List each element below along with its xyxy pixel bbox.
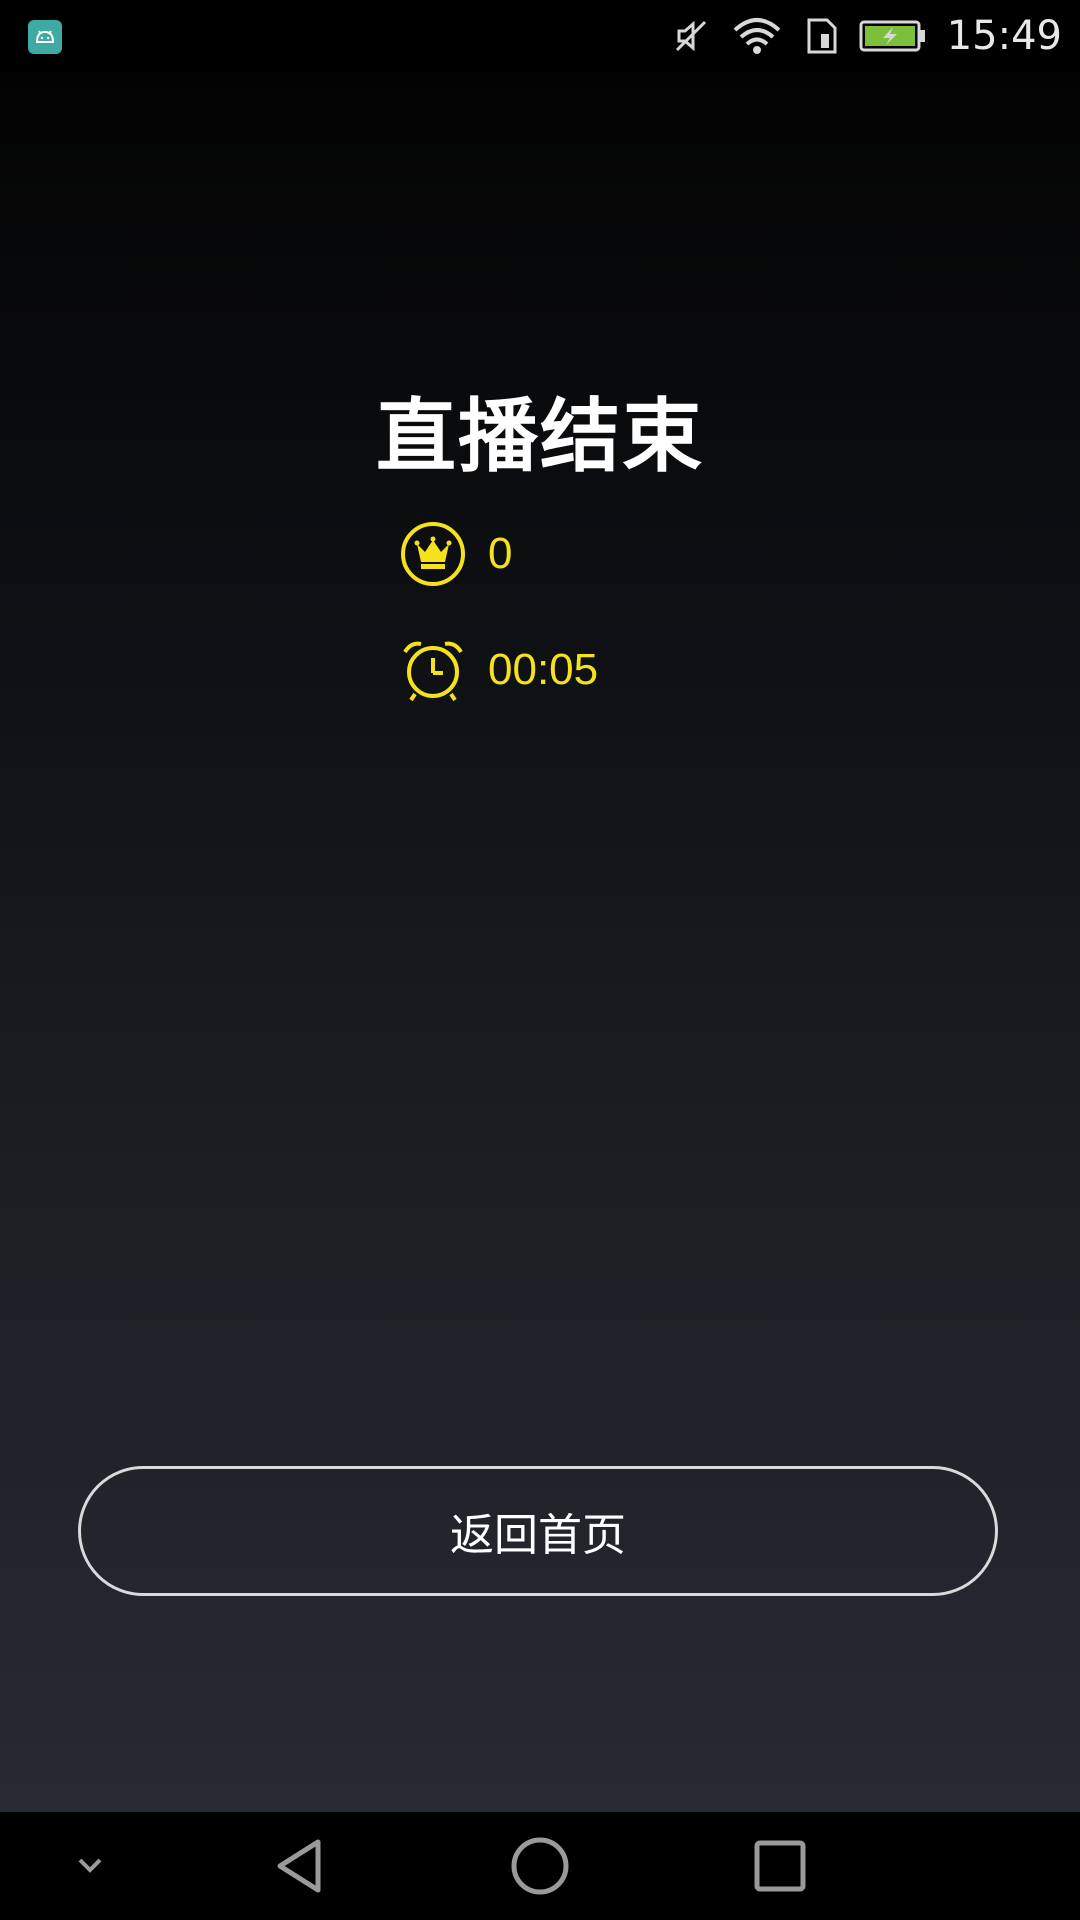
- recents-icon[interactable]: [730, 1812, 830, 1920]
- audience-stat: 0: [398, 519, 512, 589]
- audience-count: 0: [488, 529, 513, 578]
- home-icon[interactable]: [490, 1812, 590, 1920]
- battery-charging-icon: [859, 16, 927, 56]
- status-time: 15:49: [946, 13, 1062, 59]
- duration-stat: 00:05: [398, 635, 598, 705]
- navigation-bar: [0, 1812, 1080, 1920]
- sim-icon: [803, 16, 839, 56]
- return-home-button[interactable]: 返回首页: [78, 1466, 998, 1596]
- main-content: 直播结束 0 00:05 返回首页: [0, 72, 1080, 1812]
- android-app-icon: [28, 20, 62, 54]
- live-duration: 00:05: [488, 645, 599, 694]
- page-title: 直播结束: [376, 390, 704, 483]
- status-icons: 15:49: [671, 0, 1062, 72]
- crown-icon: [398, 519, 468, 589]
- collapse-chevron-icon[interactable]: [50, 1812, 130, 1920]
- screen: 15:49 直播结束 0 00:05 返回首页: [0, 0, 1080, 1920]
- back-icon[interactable]: [250, 1812, 350, 1920]
- wifi-icon: [731, 16, 783, 56]
- alarm-clock-icon: [398, 635, 468, 705]
- status-bar: 15:49: [0, 0, 1080, 72]
- mute-icon: [671, 16, 711, 56]
